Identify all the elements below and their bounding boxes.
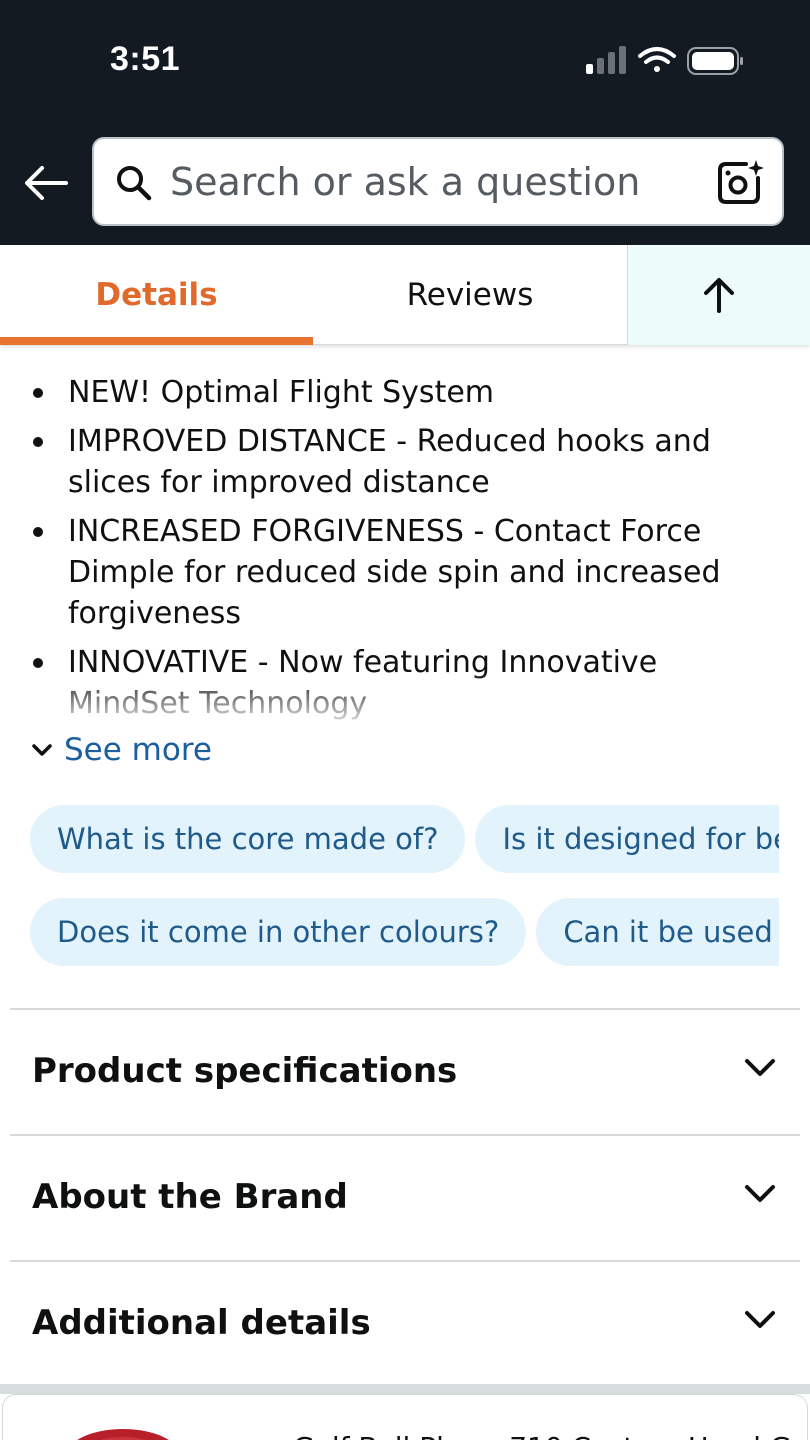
suggested-questions-row: Does it come in other colours? Can it be … [30,898,779,968]
question-chip[interactable]: Is it designed for beg [475,805,779,873]
accordion-title: About the Brand [32,1177,348,1217]
feature-bullet: NEW! Optimal Flight System [30,372,760,413]
tab-bar: Details Reviews [0,245,810,345]
product-title: Golf Ball Play... 710 Custom Head Golf [293,1431,807,1440]
back-arrow-icon [25,166,68,200]
app-header: 3:51 [0,0,810,245]
section-divider [0,1384,810,1394]
feature-bullet: IMPROVED DISTANCE - Reduced hooks and sl… [30,421,760,503]
chevron-down-icon [745,1185,775,1202]
signal-icon [586,46,626,74]
search-bar[interactable] [92,137,784,226]
chevron-down-icon [745,1311,775,1328]
tab-reviews[interactable]: Reviews [313,245,627,345]
status-icons [586,46,743,75]
status-time: 3:51 [110,40,181,78]
accordion-additional-details[interactable]: Additional details [10,1260,800,1386]
suggested-questions-row: What is the core made of? Is it designed … [30,805,779,875]
chevron-down-icon [745,1059,775,1076]
product-thumbnail [77,1429,169,1440]
arrow-up-icon [704,278,734,313]
scroll-to-top-button[interactable] [627,245,810,345]
chevron-down-icon [32,744,52,756]
wifi-icon [638,47,676,72]
tab-details[interactable]: Details [0,245,313,345]
see-more-link[interactable]: See more [30,732,212,768]
feature-bullet: INNOVATIVE - Now featuring Innovative Mi… [30,642,760,722]
battery-icon [687,47,743,75]
accordion-title: Product specifications [32,1051,458,1091]
related-product-card[interactable]: Golf Ball Play... 710 Custom Head Golf [2,1394,808,1440]
camera-sparkle-icon[interactable] [716,158,764,206]
accordion-title: Additional details [32,1303,371,1343]
accordion-about-brand[interactable]: About the Brand [10,1134,800,1260]
feature-bullet: INCREASED FORGIVENESS - Contact Force Di… [30,511,760,634]
search-icon [117,166,152,201]
accordion-product-specifications[interactable]: Product specifications [10,1008,800,1134]
question-chip[interactable]: Can it be used in [536,898,779,966]
question-chip[interactable]: Does it come in other colours? [30,898,527,966]
feature-bullets: NEW! Optimal Flight System IMPROVED DIST… [30,372,760,722]
search-input[interactable] [170,139,700,224]
see-more-label: See more [64,732,212,768]
back-button[interactable] [18,158,74,208]
question-chip[interactable]: What is the core made of? [30,805,466,873]
